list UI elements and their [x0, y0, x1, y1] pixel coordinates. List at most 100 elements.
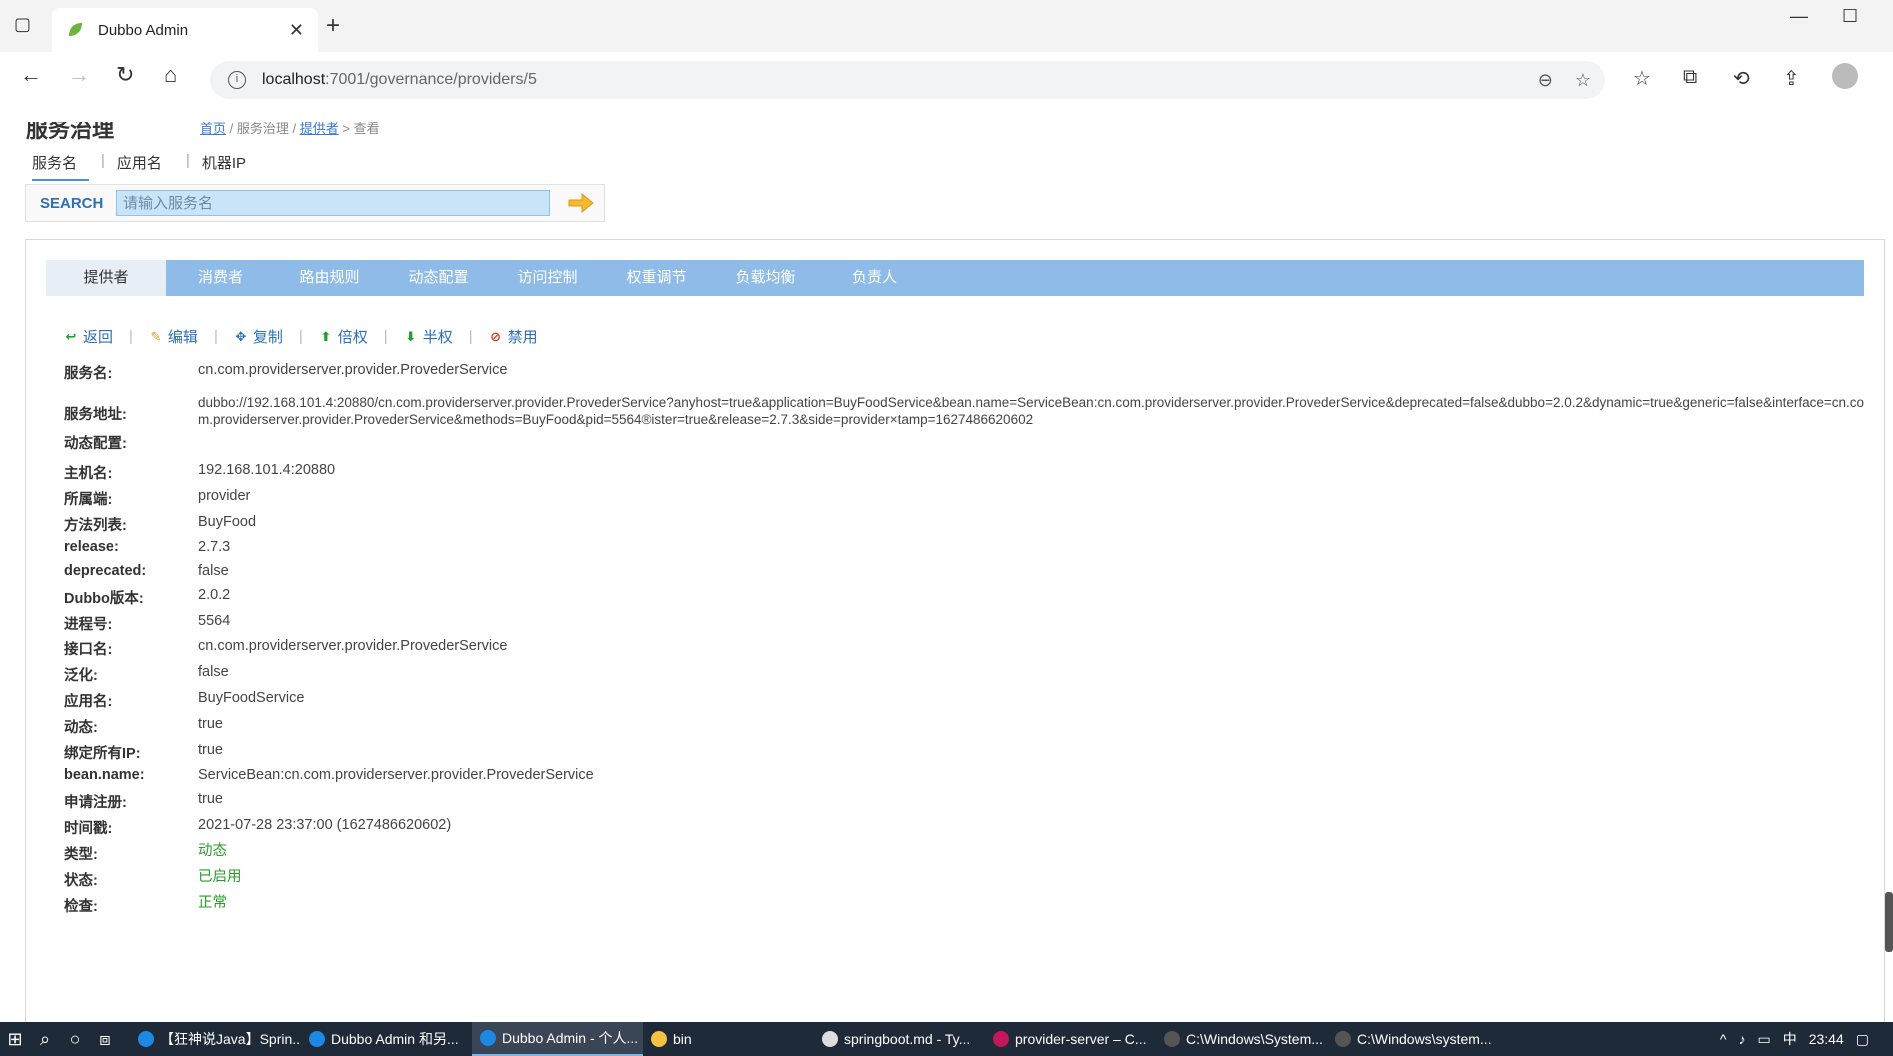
history-icon[interactable]: ⟲ [1733, 66, 1750, 91]
taskbar-app[interactable]: provider-server – C... [985, 1022, 1156, 1056]
search-go-icon[interactable] [568, 192, 594, 214]
detail-value: cn.com.providerserver.provider.ProvederS… [198, 362, 508, 378]
taskbar-app[interactable]: C:\Windows\System... [1156, 1022, 1327, 1056]
action-arrow-down-button[interactable]: ⬇ 半权 [404, 326, 453, 347]
detail-row: 绑定所有IP: true [64, 742, 1864, 768]
action-separator: | [129, 328, 133, 345]
favorite-add-icon[interactable]: ☆ [1575, 70, 1591, 91]
action-bar: ↩ 返回 | ✎ 编辑 | ✥ 复制 | ⬆ 倍权 | ⬇ 半权 | ⊘ 禁用 [64, 326, 538, 347]
taskbar-app[interactable]: bin [643, 1022, 814, 1056]
app-icon [993, 1031, 1009, 1047]
search-tab-service[interactable]: 服务名 [32, 152, 90, 181]
breadcrumb-home[interactable]: 首页 [200, 122, 226, 136]
back-icon[interactable]: ← [20, 62, 42, 88]
detail-key: 动态: [64, 719, 98, 736]
scrollbar-handle[interactable] [1885, 892, 1893, 952]
favorites-icon[interactable]: ☆ [1633, 66, 1651, 91]
arrow-down-icon: ⬇ [405, 328, 417, 344]
battery-icon[interactable]: ▭ [1757, 1031, 1770, 1048]
detail-row: 状态: 已启用 [64, 869, 1864, 895]
panel-tab[interactable]: 提供者 [46, 260, 166, 296]
taskbar: ⊞ ⌕ ○ ⧈ 【狂神说Java】Sprin... Dubbo Admin 和另.… [0, 1022, 1893, 1056]
panel-tab[interactable]: 路由规则 [275, 260, 384, 296]
app-icon [1335, 1031, 1351, 1047]
browser-tab[interactable]: Dubbo Admin ✕ [52, 8, 318, 52]
action-disable-button[interactable]: ⊘ 禁用 [489, 326, 537, 347]
panel-tabs: 提供者 消费者 路由规则 动态配置 访问控制 权重调节 负载均衡 负责人 [46, 260, 1864, 296]
panel-tab[interactable]: 负责人 [820, 260, 929, 296]
detail-row: 申请注册: true [64, 791, 1864, 817]
new-tab-icon[interactable]: + [326, 12, 340, 40]
detail-row: 接口名: cn.com.providerserver.provider.Prove… [64, 638, 1864, 664]
search-tab-application[interactable]: 应用名 [117, 152, 174, 181]
panel-tab[interactable]: 负载均衡 [711, 260, 820, 296]
close-tab-icon[interactable]: ✕ [289, 20, 304, 41]
detail-key: 服务地址: [64, 406, 127, 423]
clock[interactable]: 23:44 [1809, 1031, 1844, 1047]
detail-value: false [198, 664, 229, 681]
detail-value: 已启用 [198, 868, 242, 885]
detail-row: deprecated: false [64, 563, 1864, 587]
search-tab-ip[interactable]: 机器IP [202, 152, 258, 181]
action-label: 倍权 [337, 329, 368, 346]
zoom-icon[interactable]: ⊖ [1538, 70, 1553, 91]
minimize-icon[interactable]: — [1790, 6, 1808, 27]
tray-show-hidden-icon[interactable]: ^ [1720, 1031, 1727, 1047]
detail-value: BuyFoodService [198, 689, 305, 706]
search-icon[interactable]: ⌕ [30, 1029, 60, 1050]
detail-value: 2.0.2 [198, 587, 231, 604]
taskbar-app[interactable]: Dubbo Admin - 个人... [472, 1022, 643, 1056]
action-label: 半权 [422, 329, 453, 346]
detail-key: 服务名: [64, 366, 113, 382]
home-icon[interactable]: ⌂ [164, 62, 177, 88]
search-label: SEARCH [40, 194, 104, 212]
action-back-button[interactable]: ↩ 返回 [64, 326, 113, 347]
share-icon[interactable]: ⇪ [1783, 66, 1800, 91]
app-icon [822, 1031, 838, 1047]
panel-tab[interactable]: 消费者 [166, 260, 275, 296]
detail-key: deprecated: [64, 563, 147, 580]
url-path: :7001/governance/providers/5 [325, 71, 537, 88]
breadcrumb-providers[interactable]: 提供者 [300, 122, 339, 136]
task-view-icon[interactable]: ⧈ [90, 1029, 120, 1050]
detail-key: 方法列表: [64, 517, 127, 534]
search-input[interactable] [116, 190, 550, 216]
panel-tab[interactable]: 权重调节 [602, 260, 711, 296]
volume-icon[interactable]: ♪ [1738, 1031, 1745, 1047]
panel-tab[interactable]: 动态配置 [384, 260, 493, 296]
detail-value: cn.com.providerserver.provider.ProvederS… [198, 638, 508, 655]
ime-indicator[interactable]: 中 [1783, 1029, 1797, 1049]
provider-detail-panel: 提供者 消费者 路由规则 动态配置 访问控制 权重调节 负载均衡 负责人 ↩ 返回 | ✎ 编辑 | ✥ 复… [25, 239, 1885, 1022]
start-icon[interactable]: ⊞ [0, 1029, 30, 1050]
system-tray: ^ ♪ ▭ 中 23:44 ▢ [1720, 1022, 1893, 1056]
detail-value: true [198, 791, 223, 808]
detail-row: release: 2.7.3 [64, 539, 1864, 563]
action-arrow-up-button[interactable]: ⬆ 倍权 [319, 326, 368, 347]
detail-key: 泛化: [64, 668, 98, 685]
app-icon [480, 1030, 496, 1046]
detail-list: 服务名: cn.com.providerserver.provider.Prove… [64, 362, 1864, 920]
action-copy-button[interactable]: ✥ 复制 [234, 326, 282, 347]
detail-value: dubbo://192.168.101.4:20880/cn.com.provi… [198, 395, 1865, 427]
site-info-icon[interactable]: i [228, 71, 246, 89]
taskbar-app[interactable]: Dubbo Admin 和另... [301, 1022, 472, 1056]
taskbar-app[interactable]: C:\Windows\system... [1327, 1022, 1498, 1056]
forward-icon[interactable]: → [68, 62, 90, 88]
url-field[interactable]: i localhost :7001/governance/providers/5… [210, 61, 1605, 99]
back-icon: ↩ [65, 328, 77, 344]
reload-icon[interactable]: ↻ [116, 62, 134, 88]
taskbar-app[interactable]: 【狂神说Java】Sprin... [130, 1022, 301, 1056]
taskbar-app[interactable]: springboot.md - Ty... [814, 1022, 985, 1056]
detail-key: 申请注册: [64, 795, 127, 812]
app-icon [138, 1031, 154, 1047]
notification-icon[interactable]: ▢ [1856, 1031, 1869, 1048]
cortana-icon[interactable]: ○ [60, 1029, 90, 1050]
collections-icon[interactable]: ⧉ [1683, 66, 1697, 89]
tab-actions-icon[interactable]: ▢ [14, 14, 38, 38]
profile-avatar[interactable] [1832, 63, 1858, 89]
taskbar-app-label: springboot.md - Ty... [844, 1031, 971, 1047]
detail-value: provider [198, 487, 251, 504]
panel-tab[interactable]: 访问控制 [493, 260, 602, 296]
action-pencil-button[interactable]: ✎ 编辑 [149, 326, 197, 347]
maximize-icon[interactable]: ☐ [1842, 6, 1858, 27]
